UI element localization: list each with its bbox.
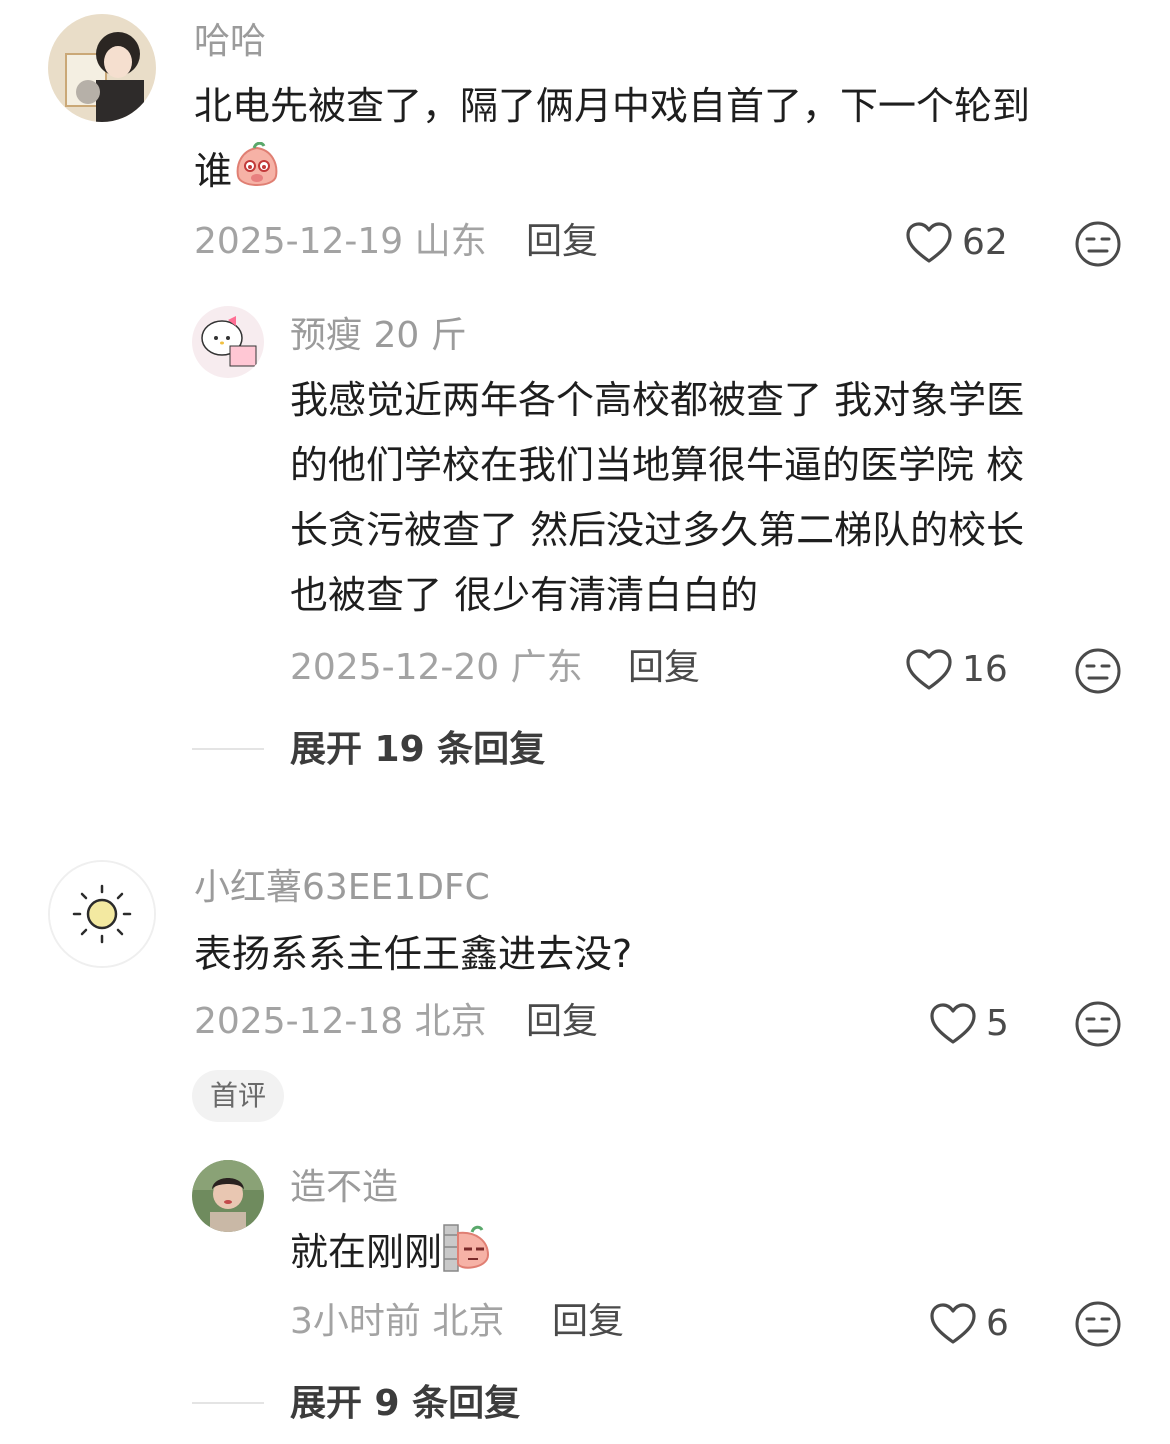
reply-text-line: 就在刚刚 (290, 1230, 443, 1274)
divider (192, 748, 264, 750)
like-button[interactable]: 62 (906, 218, 1008, 268)
avatar[interactable] (192, 1160, 264, 1232)
meh-face-icon[interactable] (1074, 1300, 1122, 1348)
like-count: 62 (962, 222, 1008, 263)
comment-text-line: 北电先被查了，隔了俩月中戏自首了，下一个轮到 (194, 84, 1031, 128)
heart-outline-icon (906, 649, 952, 690)
reply-text-line: 也被查了 很少有清清白白的 (290, 573, 759, 617)
comment-date-location: 2025-12-19 山东 (194, 221, 487, 262)
avatar[interactable] (48, 14, 156, 122)
shy-peach-emoji (232, 141, 282, 192)
reply-date-location: 3小时前 北京 (290, 1301, 505, 1342)
meh-face-icon[interactable] (1074, 220, 1122, 268)
reply-date-location: 2025-12-20 广东 (290, 647, 583, 688)
reply-button[interactable]: 回复 (628, 646, 700, 690)
first-comment-badge: 首评 (192, 1070, 285, 1122)
divider (192, 1402, 264, 1404)
like-count: 6 (986, 1303, 1009, 1344)
reply-username[interactable]: 预瘦 20 斤 (290, 314, 467, 358)
heart-outline-icon (906, 222, 952, 263)
reply-text-line: 长贪污被查了 然后没过多久第二梯队的校长 (290, 508, 1025, 552)
like-button[interactable]: 5 (930, 999, 1009, 1049)
heart-outline-icon (930, 1003, 976, 1044)
reply-text: 就在刚刚 (290, 1220, 1120, 1285)
reply-text: 我感觉近两年各个高校都被查了 我对象学医 的他们学校在我们当地算很牛逼的医学院 … (290, 368, 1120, 628)
reply-button[interactable]: 回复 (526, 1000, 598, 1044)
meh-face-icon[interactable] (1074, 1000, 1122, 1048)
like-count: 16 (962, 649, 1008, 690)
like-button[interactable]: 16 (906, 645, 1008, 695)
expand-replies-button[interactable]: 展开 9 条回复 (290, 1382, 520, 1426)
comment-text: 北电先被查了，隔了俩月中戏自首了，下一个轮到 谁 (194, 74, 1134, 204)
reply-button[interactable]: 回复 (526, 220, 598, 264)
reply-text-line: 我感觉近两年各个高校都被查了 我对象学医 (290, 378, 1025, 422)
avatar[interactable] (48, 860, 156, 968)
reply-username[interactable]: 造不造 (290, 1166, 398, 1210)
like-count: 5 (986, 1003, 1009, 1044)
comment-username[interactable]: 小红薯63EE1DFC (194, 866, 490, 910)
meh-face-icon[interactable] (1074, 647, 1122, 695)
avatar[interactable] (192, 306, 264, 378)
heart-outline-icon (930, 1303, 976, 1344)
comment-username[interactable]: 哈哈 (194, 20, 266, 64)
comment-text: 表扬系系主任王鑫进去没? (194, 932, 633, 976)
expand-replies-button[interactable]: 展开 19 条回复 (290, 728, 545, 772)
peeking-peach-emoji (442, 1223, 492, 1273)
reply-button[interactable]: 回复 (552, 1300, 624, 1344)
comment-text-line: 谁 (194, 149, 233, 193)
reply-text-line: 的他们学校在我们当地算很牛逼的医学院 校 (290, 443, 1025, 487)
comment-date-location: 2025-12-18 北京 (194, 1001, 487, 1042)
like-button[interactable]: 6 (930, 1299, 1009, 1349)
